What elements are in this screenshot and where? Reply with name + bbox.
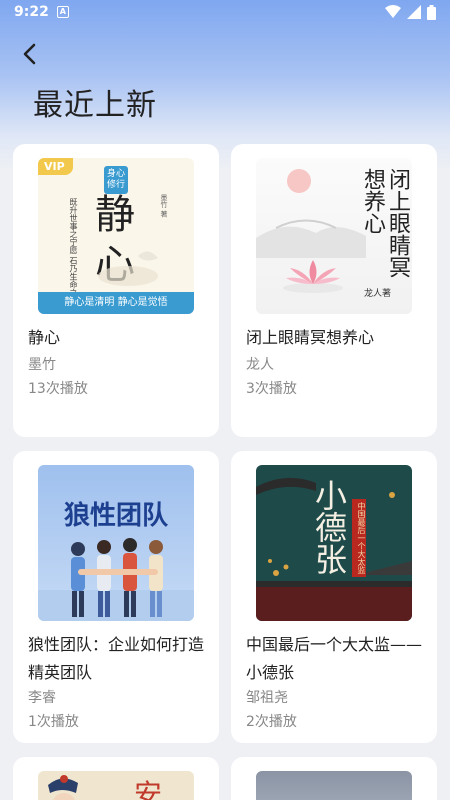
status-bar: 9:22 A (0, 0, 450, 24)
book-card[interactable]: 闭上眼睛冥想养心 龙人著 闭上眼睛冥想养心 龙人 3次播放 (231, 144, 437, 437)
signal-icon (407, 5, 421, 19)
sun-icon (287, 169, 311, 193)
cover-main-title: 闭上眼睛冥想养心 (360, 168, 410, 278)
cover-main-title: 安 (134, 778, 163, 800)
book-title: 狼性团队：企业如何打造精英团队 (28, 635, 205, 682)
book-author: 李睿 (28, 690, 56, 706)
book-title: 静心 (28, 328, 61, 347)
book-card[interactable]: 小德张 中国最后一个大太监 中国最后一个大太监——小德张 邹祖尧 2次播放 (231, 451, 437, 743)
lotus-illustration (98, 251, 158, 286)
cover-main-title: 小德张 (310, 479, 348, 575)
book-cover: 小德张 中国最后一个大太监 (256, 465, 412, 621)
cover-author-mark: 墨竹 著 (160, 194, 168, 218)
figure-illustration (48, 775, 78, 800)
cover-subtitle: 中国最后一个大太监 (352, 499, 366, 577)
status-time: 9:22 (14, 4, 49, 20)
book-play-count: 13次播放 (28, 381, 88, 397)
book-card[interactable]: VIP 身心修行 既升世事之宁愿 石乃生命之修炼 静心 墨竹 著 静心是清明 静… (13, 144, 219, 437)
battery-icon (427, 4, 436, 20)
book-cover: 狼性团队 (38, 465, 194, 621)
book-title: 中国最后一个大太监——小德张 (246, 635, 423, 682)
book-author: 邹祖尧 (246, 690, 288, 706)
book-card[interactable] (231, 757, 437, 800)
book-author: 龙人 (246, 357, 274, 373)
book-cover (256, 771, 412, 800)
book-play-count: 2次播放 (246, 714, 297, 730)
book-play-count: 1次播放 (28, 714, 79, 730)
team-people-illustration (38, 538, 194, 621)
cover-bottom-banner: 静心是清明 静心是觉悟 (38, 292, 194, 314)
page-title: 最近上新 (33, 88, 157, 123)
book-play-count: 3次播放 (246, 381, 297, 397)
back-button[interactable] (14, 38, 46, 70)
wifi-icon (385, 5, 401, 18)
book-card[interactable]: 狼性团队 狼性团队：企业如何打造精英团队 李睿 1次播放 (13, 451, 219, 743)
book-card[interactable]: 安 (13, 757, 219, 800)
book-title: 闭上眼睛冥想养心 (246, 328, 375, 347)
cover-author-mark: 龙人著 (364, 289, 392, 299)
cover-main-title: 狼性团队 (63, 501, 168, 531)
book-cover: 安 (38, 771, 194, 800)
book-cover: 闭上眼睛冥想养心 龙人著 (256, 158, 412, 314)
book-author: 墨竹 (28, 357, 56, 373)
book-cover: VIP 身心修行 既升世事之宁愿 石乃生命之修炼 静心 墨竹 著 静心是清明 静… (38, 158, 194, 314)
notification-app-icon: A (56, 6, 69, 18)
lotus-icon (283, 260, 343, 293)
vip-badge: VIP (38, 158, 73, 175)
chevron-left-icon (23, 43, 36, 65)
